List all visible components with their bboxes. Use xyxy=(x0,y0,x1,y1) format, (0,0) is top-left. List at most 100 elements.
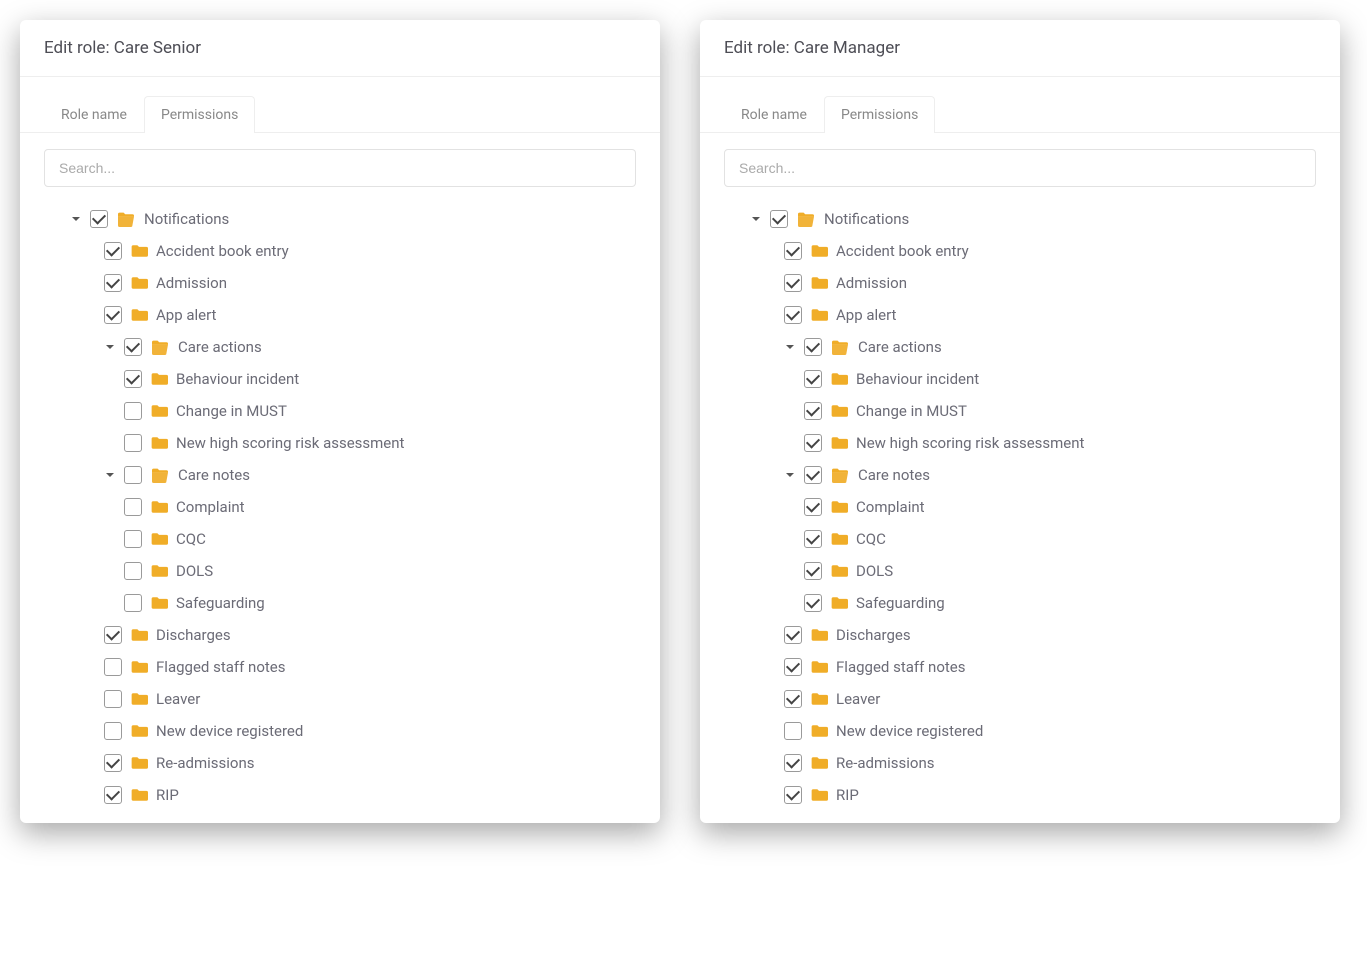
permission-checkbox[interactable] xyxy=(784,626,802,644)
tab-permissions[interactable]: Permissions xyxy=(144,96,255,133)
permission-checkbox[interactable] xyxy=(104,306,122,324)
permission-checkbox[interactable] xyxy=(104,690,122,708)
search-input[interactable] xyxy=(724,149,1316,187)
tab-role-name[interactable]: Role name xyxy=(44,96,144,133)
permission-checkbox[interactable] xyxy=(784,306,802,324)
tree-node: Safeguarding xyxy=(724,587,1316,619)
folder-icon xyxy=(810,659,828,675)
tree-node: Safeguarding xyxy=(44,587,636,619)
permission-checkbox[interactable] xyxy=(784,242,802,260)
permission-checkbox[interactable] xyxy=(124,594,142,612)
permission-checkbox[interactable] xyxy=(124,402,142,420)
permission-checkbox[interactable] xyxy=(124,498,142,516)
folder-icon xyxy=(150,563,168,579)
tab-role-name[interactable]: Role name xyxy=(724,96,824,133)
permission-checkbox[interactable] xyxy=(104,274,122,292)
caret-icon[interactable] xyxy=(104,470,116,480)
permission-checkbox[interactable] xyxy=(804,338,822,356)
permission-label: Change in MUST xyxy=(856,402,967,420)
edit-role-panel-left: Edit role: Care Senior Role name Permiss… xyxy=(20,20,660,823)
permission-label: App alert xyxy=(836,306,896,324)
tree-node: Flagged staff notes xyxy=(724,651,1316,683)
permission-label: DOLS xyxy=(856,562,893,580)
permission-checkbox[interactable] xyxy=(90,210,108,228)
tree-node: Admission xyxy=(724,267,1316,299)
permission-label: New device registered xyxy=(156,722,303,740)
folder-icon xyxy=(150,499,168,515)
permission-label: Care notes xyxy=(858,466,930,484)
folder-icon xyxy=(830,499,848,515)
permission-label: Re-admissions xyxy=(836,754,934,772)
permission-checkbox[interactable] xyxy=(104,754,122,772)
permission-checkbox[interactable] xyxy=(784,658,802,676)
permission-label: CQC xyxy=(856,530,886,548)
permission-checkbox[interactable] xyxy=(804,498,822,516)
tree-node: RIP xyxy=(44,779,636,811)
permission-checkbox[interactable] xyxy=(784,786,802,804)
permission-checkbox[interactable] xyxy=(104,722,122,740)
permission-checkbox[interactable] xyxy=(784,754,802,772)
folder-icon xyxy=(810,307,828,323)
permission-checkbox[interactable] xyxy=(804,434,822,452)
tree-node: Flagged staff notes xyxy=(44,651,636,683)
tree-node: Care notes xyxy=(44,459,636,491)
caret-icon[interactable] xyxy=(104,342,116,352)
permission-checkbox[interactable] xyxy=(124,370,142,388)
permission-checkbox[interactable] xyxy=(104,786,122,804)
permission-label: RIP xyxy=(836,786,859,804)
tree-node: Behaviour incident xyxy=(724,363,1316,395)
folder-icon xyxy=(130,627,148,643)
permission-label: Discharges xyxy=(156,626,231,644)
permission-label: Behaviour incident xyxy=(856,370,979,388)
caret-icon[interactable] xyxy=(784,342,796,352)
permission-checkbox[interactable] xyxy=(124,562,142,580)
tree-node: DOLS xyxy=(724,555,1316,587)
permission-checkbox[interactable] xyxy=(804,530,822,548)
search-input[interactable] xyxy=(44,149,636,187)
folder-open-icon xyxy=(116,211,136,227)
permission-checkbox[interactable] xyxy=(124,530,142,548)
tree-node: Discharges xyxy=(724,619,1316,651)
tree-node: Care actions xyxy=(44,331,636,363)
permission-checkbox[interactable] xyxy=(104,242,122,260)
caret-icon[interactable] xyxy=(750,214,762,224)
permission-label: New high scoring risk assessment xyxy=(176,434,404,452)
folder-open-icon xyxy=(150,339,170,355)
permission-label: RIP xyxy=(156,786,179,804)
folder-icon xyxy=(130,691,148,707)
tabs: Role name Permissions xyxy=(20,77,660,133)
permission-checkbox[interactable] xyxy=(784,690,802,708)
permission-checkbox[interactable] xyxy=(804,562,822,580)
permission-checkbox[interactable] xyxy=(124,434,142,452)
permission-checkbox[interactable] xyxy=(104,626,122,644)
permission-checkbox[interactable] xyxy=(124,466,142,484)
permission-checkbox[interactable] xyxy=(784,722,802,740)
folder-icon xyxy=(830,371,848,387)
tab-permissions[interactable]: Permissions xyxy=(824,96,935,133)
tree-node: Complaint xyxy=(724,491,1316,523)
tree-node: App alert xyxy=(44,299,636,331)
permission-checkbox[interactable] xyxy=(804,370,822,388)
search-wrap xyxy=(20,133,660,203)
tree-node: Discharges xyxy=(44,619,636,651)
folder-icon xyxy=(810,243,828,259)
permission-label: Care actions xyxy=(178,338,262,356)
tree-node: Accident book entry xyxy=(44,235,636,267)
permission-checkbox[interactable] xyxy=(804,466,822,484)
folder-icon xyxy=(830,435,848,451)
caret-icon[interactable] xyxy=(70,214,82,224)
tree-node: CQC xyxy=(44,523,636,555)
folder-icon xyxy=(810,755,828,771)
caret-icon[interactable] xyxy=(784,470,796,480)
permission-label: Care actions xyxy=(858,338,942,356)
panel-title: Edit role: Care Manager xyxy=(700,20,1340,77)
tree-node: Change in MUST xyxy=(724,395,1316,427)
folder-icon xyxy=(130,723,148,739)
permission-checkbox[interactable] xyxy=(804,594,822,612)
permission-checkbox[interactable] xyxy=(124,338,142,356)
permission-checkbox[interactable] xyxy=(784,274,802,292)
permission-checkbox[interactable] xyxy=(804,402,822,420)
permission-checkbox[interactable] xyxy=(770,210,788,228)
folder-icon xyxy=(830,531,848,547)
permission-checkbox[interactable] xyxy=(104,658,122,676)
